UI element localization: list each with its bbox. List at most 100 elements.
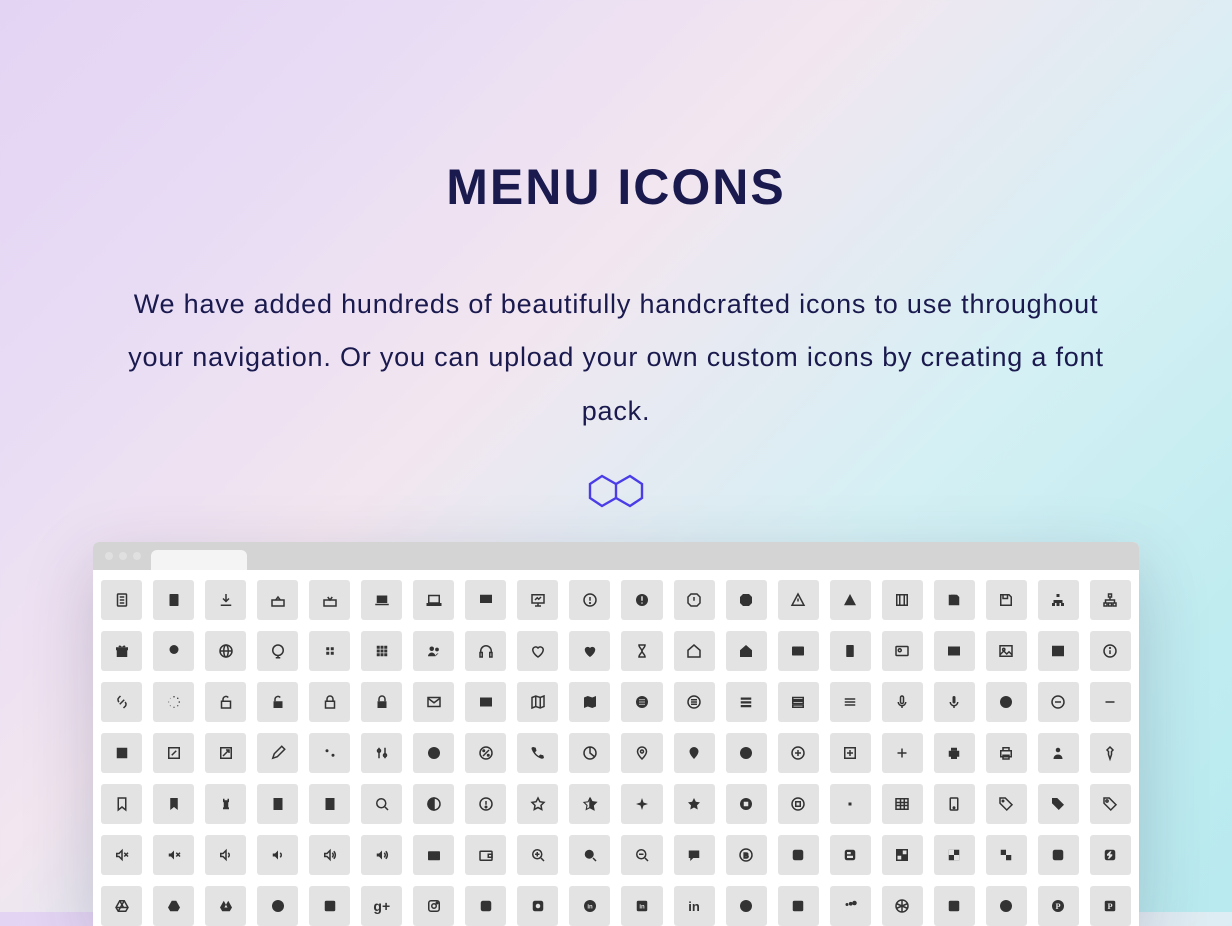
- pinterest-square-icon[interactable]: P: [1090, 886, 1131, 926]
- id-card-icon[interactable]: [778, 631, 819, 671]
- sliders-line-icon[interactable]: [361, 733, 402, 773]
- tag-fill-icon[interactable]: [1038, 784, 1079, 824]
- save-alt-icon[interactable]: [986, 580, 1027, 620]
- minus-circle-fill-icon[interactable]: [986, 682, 1027, 722]
- volume-high-line-icon[interactable]: [309, 835, 350, 875]
- linkedin-circle-icon[interactable]: in: [569, 886, 610, 926]
- chess-rook-icon[interactable]: [205, 784, 246, 824]
- image-line-icon[interactable]: [986, 631, 1027, 671]
- tag-line-icon[interactable]: [986, 784, 1027, 824]
- bookmark-line-icon[interactable]: [101, 784, 142, 824]
- zoom-in-fill-icon[interactable]: [569, 835, 610, 875]
- menu-hamburger-icon[interactable]: [830, 682, 871, 722]
- tablet-icon[interactable]: [934, 784, 975, 824]
- home-line-icon[interactable]: [674, 631, 715, 671]
- blogger-fill-icon[interactable]: [778, 835, 819, 875]
- linkedin-square-icon[interactable]: in: [621, 886, 662, 926]
- alert-circle-fill-icon[interactable]: [621, 580, 662, 620]
- instagram-alt-icon[interactable]: [517, 886, 558, 926]
- star-half-icon[interactable]: [569, 784, 610, 824]
- myspace-icon[interactable]: [778, 886, 819, 926]
- save-icon[interactable]: [934, 580, 975, 620]
- star-line-icon[interactable]: [517, 784, 558, 824]
- lock-open-fill-icon[interactable]: [257, 682, 298, 722]
- map-line-icon[interactable]: [517, 682, 558, 722]
- delicious-fill-icon[interactable]: [934, 835, 975, 875]
- inbox-in-icon[interactable]: [309, 580, 350, 620]
- zoom-in-line-icon[interactable]: [517, 835, 558, 875]
- percent-fill-icon[interactable]: [413, 733, 454, 773]
- volume-low-line-icon[interactable]: [205, 835, 246, 875]
- meetup-icon[interactable]: [726, 886, 767, 926]
- news-icon[interactable]: [934, 631, 975, 671]
- grid-small-icon[interactable]: [309, 631, 350, 671]
- menu-bars-fill-icon[interactable]: [726, 682, 767, 722]
- person-icon[interactable]: [1038, 733, 1079, 773]
- document-outline-icon[interactable]: [101, 580, 142, 620]
- blogger-alt-icon[interactable]: [830, 835, 871, 875]
- hourglass-icon[interactable]: [621, 631, 662, 671]
- star-point-icon[interactable]: [621, 784, 662, 824]
- drive-fill-icon[interactable]: [153, 886, 194, 926]
- globe-lines-icon[interactable]: [205, 631, 246, 671]
- printer-line-icon[interactable]: [986, 733, 1027, 773]
- volume-low-fill-icon[interactable]: [257, 835, 298, 875]
- pencil-icon[interactable]: [257, 733, 298, 773]
- stop-circle-line-icon[interactable]: [778, 784, 819, 824]
- search-icon[interactable]: [361, 784, 402, 824]
- gplus-icon[interactable]: g+: [361, 886, 402, 926]
- heart-line-icon[interactable]: [517, 631, 558, 671]
- menu-lines-circle-icon[interactable]: [674, 682, 715, 722]
- tag-alt-icon[interactable]: [1090, 784, 1131, 824]
- chat-icon[interactable]: [674, 835, 715, 875]
- users-icon[interactable]: [413, 631, 454, 671]
- plus-circle-line-icon[interactable]: [778, 733, 819, 773]
- plus-circle-fill-icon[interactable]: [726, 733, 767, 773]
- gplus-square-icon[interactable]: [309, 886, 350, 926]
- zoom-out-icon[interactable]: [621, 835, 662, 875]
- dot-square-icon[interactable]: [830, 784, 871, 824]
- plus-square-icon[interactable]: [830, 733, 871, 773]
- film-icon[interactable]: [882, 580, 923, 620]
- pie-chart-icon[interactable]: [569, 733, 610, 773]
- laptop-fill-icon[interactable]: [361, 580, 402, 620]
- laptop-line-icon[interactable]: [413, 580, 454, 620]
- gplus-circle-icon[interactable]: [257, 886, 298, 926]
- alert-octagon-line-icon[interactable]: [674, 580, 715, 620]
- arrow-diag-icon[interactable]: [205, 733, 246, 773]
- alert-circle-line-icon[interactable]: [569, 580, 610, 620]
- warning-circle-icon[interactable]: [465, 784, 506, 824]
- picasa-line-icon[interactable]: [882, 886, 923, 926]
- lock-closed-line-icon[interactable]: [309, 682, 350, 722]
- drive-line-icon[interactable]: [101, 886, 142, 926]
- wallet-alt-icon[interactable]: [465, 835, 506, 875]
- instagram-fill-icon[interactable]: [465, 886, 506, 926]
- menu-bars-line-icon[interactable]: [778, 682, 819, 722]
- map-fill-icon[interactable]: [569, 682, 610, 722]
- heart-fill-icon[interactable]: [569, 631, 610, 671]
- globe-round-icon[interactable]: [257, 631, 298, 671]
- table-icon[interactable]: [882, 784, 923, 824]
- info-circle-icon[interactable]: [1090, 631, 1131, 671]
- mic-fill-icon[interactable]: [934, 682, 975, 722]
- myspace-alt-icon[interactable]: [830, 886, 871, 926]
- deviantart-alt-icon[interactable]: [1090, 835, 1131, 875]
- mic-line-icon[interactable]: [882, 682, 923, 722]
- pin-line-icon[interactable]: [621, 733, 662, 773]
- volume-high-fill-icon[interactable]: [361, 835, 402, 875]
- sliders-fill-icon[interactable]: [309, 733, 350, 773]
- phone-icon[interactable]: [517, 733, 558, 773]
- minus-circle-line-icon[interactable]: [1038, 682, 1079, 722]
- expand-fill-icon[interactable]: [101, 733, 142, 773]
- pin-fill-icon[interactable]: [674, 733, 715, 773]
- globe-half-icon[interactable]: [413, 784, 454, 824]
- book-check-icon[interactable]: [257, 784, 298, 824]
- picasa-alt-icon[interactable]: [986, 886, 1027, 926]
- headphones-icon[interactable]: [465, 631, 506, 671]
- globe-stand-icon[interactable]: [153, 631, 194, 671]
- id-badge-icon[interactable]: [830, 631, 871, 671]
- sitemap-fill-icon[interactable]: [1038, 580, 1079, 620]
- document-fill-icon[interactable]: [153, 580, 194, 620]
- image-fill-icon[interactable]: [1038, 631, 1079, 671]
- presentation-line-icon[interactable]: [517, 580, 558, 620]
